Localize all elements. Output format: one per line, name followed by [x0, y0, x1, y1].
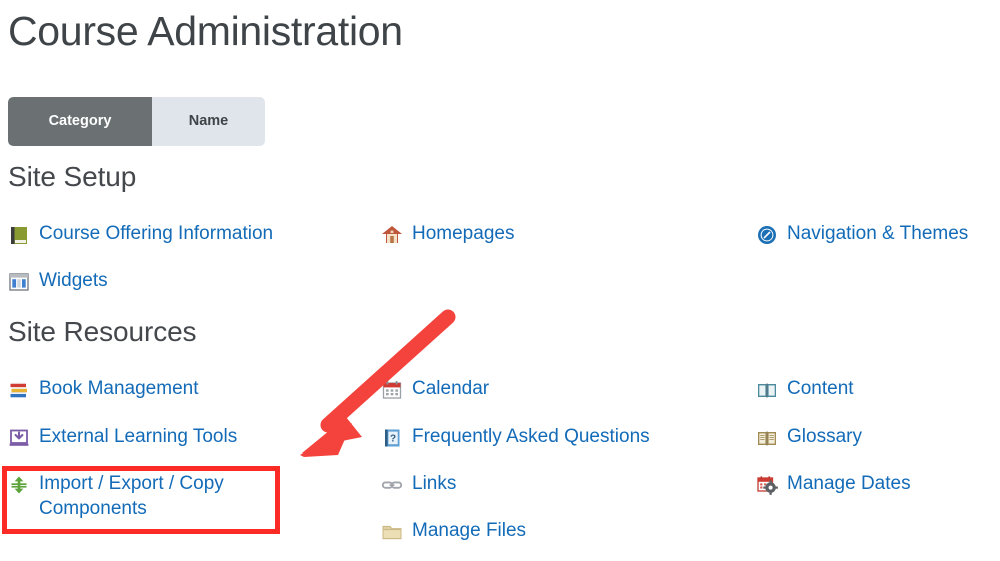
green-book-icon — [8, 224, 30, 246]
link-label: Frequently Asked Questions — [412, 426, 650, 447]
link-label: Manage Files — [412, 520, 527, 541]
link-links[interactable]: Links — [381, 471, 456, 496]
link-label: Book Management — [39, 378, 199, 399]
link-label: Widgets — [39, 270, 108, 291]
link-import-export-copy-components[interactable]: Import / Export / Copy Components — [8, 471, 276, 521]
window-panels-icon — [8, 271, 30, 293]
toggle-option-name[interactable]: Name — [152, 97, 265, 146]
toggle-option-category[interactable]: Category — [8, 97, 152, 146]
compass-icon — [756, 224, 778, 246]
link-label: Import / Export / Copy Components — [39, 473, 224, 519]
link-navigation-themes[interactable]: Navigation & Themes — [756, 221, 968, 246]
page-title: Course Administration — [8, 8, 403, 54]
link-label: Homepages — [412, 223, 515, 244]
folder-icon — [381, 521, 403, 543]
svg-text:?: ? — [390, 434, 396, 445]
link-book-management[interactable]: Book Management — [8, 376, 199, 401]
link-content[interactable]: Content — [756, 376, 854, 401]
link-label: Glossary — [787, 426, 862, 447]
import-export-arrows-icon — [8, 474, 30, 496]
link-label: Links — [412, 473, 457, 494]
link-label: Content — [787, 378, 854, 399]
house-icon — [381, 224, 403, 246]
link-label: External Learning Tools — [39, 426, 238, 447]
link-frequently-asked-questions[interactable]: ? Frequently Asked Questions — [381, 424, 650, 449]
stacked-books-icon — [8, 379, 30, 401]
section-heading-site-setup: Site Setup — [8, 161, 137, 192]
chain-link-icon — [381, 474, 403, 496]
question-page-icon: ? — [381, 427, 403, 449]
link-calendar[interactable]: Calendar — [381, 376, 489, 401]
open-book-tan-icon — [756, 427, 778, 449]
calendar-icon — [381, 379, 403, 401]
external-tool-icon — [8, 427, 30, 449]
link-glossary[interactable]: Glossary — [756, 424, 862, 449]
calendar-gear-icon — [756, 474, 778, 496]
link-label: Manage Dates — [787, 473, 911, 494]
link-label: Navigation & Themes — [787, 223, 969, 244]
link-label: Calendar — [412, 378, 490, 399]
link-manage-files[interactable]: Manage Files — [381, 518, 526, 543]
open-book-blue-icon — [756, 379, 778, 401]
link-label: Course Offering Information — [39, 223, 274, 244]
section-heading-site-resources: Site Resources — [8, 316, 197, 347]
link-widgets[interactable]: Widgets — [8, 268, 108, 293]
link-homepages[interactable]: Homepages — [381, 221, 514, 246]
sort-view-toggle[interactable]: Category Name — [8, 97, 265, 146]
link-course-offering-information[interactable]: Course Offering Information — [8, 221, 273, 246]
link-external-learning-tools[interactable]: External Learning Tools — [8, 424, 237, 449]
link-manage-dates[interactable]: Manage Dates — [756, 471, 911, 496]
